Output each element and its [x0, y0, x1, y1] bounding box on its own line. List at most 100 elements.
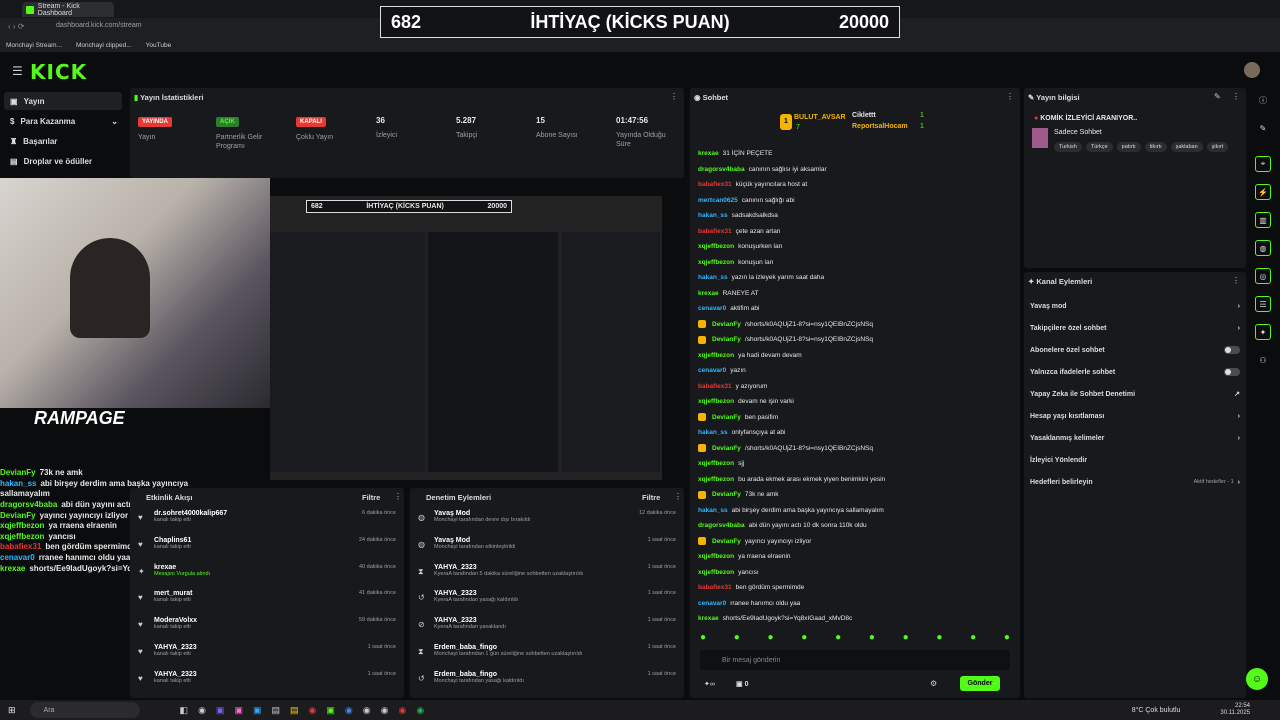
users-icon[interactable]: ⚇ [1255, 352, 1271, 368]
avatar[interactable] [1244, 62, 1260, 78]
list-item: ↺ YAHYA_2323 KyeraA tarafından yasağı kald… [418, 590, 676, 604]
tag-list: Turkish Türkçe patırtı tikırtı şaklaban şikır… [1054, 141, 1244, 152]
chat-username[interactable]: DevianFy [712, 538, 741, 545]
chat-username[interactable]: krexae [698, 290, 719, 297]
action-banned-words[interactable]: Yasaklanmış kelimeler › [1024, 427, 1246, 449]
chat-username[interactable]: xqjeffbezon [698, 243, 734, 250]
action-followers-only[interactable]: Takipçilere özel sohbet › [1024, 317, 1246, 339]
info-icon[interactable]: ⓘ [1255, 92, 1271, 108]
action-goals[interactable]: Hedefleri belirleyin Aktif hedefler - 1 › [1024, 471, 1246, 493]
chat-username[interactable]: babafiex31 [698, 228, 732, 235]
bolt-icon[interactable]: ⚡ [1255, 184, 1271, 200]
chat-username[interactable]: hakan_ss [698, 429, 728, 436]
send-button[interactable]: Gönder [960, 676, 1000, 691]
bookmark-item[interactable]: Monchayi clipped... [76, 42, 132, 49]
windows-start-icon[interactable]: ⊞ [8, 705, 16, 716]
chat-username[interactable]: xqjeffbezon [698, 569, 734, 576]
chat-username[interactable]: xqjeffbezon [698, 352, 734, 359]
sidebar-item-yayin[interactable]: ▣ Yayın [4, 92, 122, 110]
chat-username[interactable]: babafiex31 [698, 383, 732, 390]
sidebar-item-monetization[interactable]: $ Para Kazanma ⌄ [4, 112, 122, 130]
chat-username[interactable]: xqjeffbezon [698, 398, 734, 405]
tag[interactable]: şikırt [1206, 142, 1229, 152]
sidebar-item-achievements[interactable]: ♜ Başarılar [4, 132, 122, 150]
more-icon[interactable]: ⋮ [674, 492, 682, 501]
chat-username[interactable]: babafiex31 [698, 584, 732, 591]
nav-arrows-icon[interactable]: ‹ › ⟳ [8, 22, 24, 31]
chat-username[interactable]: krexae [698, 615, 719, 622]
action-raid[interactable]: İzleyici Yönlendir [1024, 449, 1246, 471]
chat-username[interactable]: DevianFy [712, 336, 741, 343]
more-icon[interactable]: ⋮ [1232, 276, 1240, 285]
clock[interactable]: 22:54 30.11.2025 [1220, 703, 1250, 717]
chat-username[interactable]: babafiex31 [698, 181, 732, 188]
kick-logo[interactable]: KICK [30, 60, 87, 84]
message-icon[interactable]: ◍ [1255, 240, 1271, 256]
tag[interactable]: tikırtı [1144, 142, 1167, 152]
help-icon[interactable]: ☺ [1246, 668, 1268, 690]
category-name[interactable]: Sadece Sohbet [1054, 129, 1102, 136]
chat-input[interactable]: Bir mesaj gönderin [700, 650, 1010, 670]
chat-username[interactable]: DevianFy [712, 445, 741, 452]
menu-icon[interactable]: ☰ [12, 64, 23, 78]
activity-feed-panel: Etkinlik Akışı Filtre ⋮ ♥ dr.sohret4000ka… [130, 488, 404, 698]
webcam-feed: RAMPAGE [0, 178, 270, 428]
chat-username[interactable]: mertcan0625 [698, 197, 738, 204]
tag[interactable]: Turkish [1054, 142, 1082, 152]
settings-icon[interactable]: ⚙ [930, 679, 937, 688]
action-emote-only[interactable]: Yalnızca ifadelerle sohbet [1024, 361, 1246, 383]
chat-username[interactable]: xqjeffbezon [698, 259, 734, 266]
url-field[interactable]: dashboard.kick.com/stream [56, 22, 142, 29]
heart-icon: ♥ [138, 646, 143, 656]
chat-username[interactable]: xqjeffbezon [698, 553, 734, 560]
chat-username[interactable]: DevianFy [712, 414, 741, 421]
bookmark-item[interactable]: YouTube [146, 42, 172, 49]
sidebar-item-drops[interactable]: ▤ Droplar ve ödüller [4, 152, 122, 170]
list-item: ◍ Yavaş Mod Monchayi tarafından etkinleşti… [418, 536, 676, 550]
action-subscribers-only[interactable]: Abonelere özel sohbet [1024, 339, 1246, 361]
tag[interactable]: patırtı [1116, 142, 1141, 152]
list-icon[interactable]: ☰ [1255, 296, 1271, 312]
money-icon: $ [10, 116, 15, 126]
tag[interactable]: Türkçe [1085, 142, 1113, 152]
stream-preview[interactable]: 682 İHTİYAÇ (KİCKS PUAN) 20000 [270, 196, 662, 480]
more-icon[interactable]: ⋮ [1006, 92, 1014, 101]
more-icon[interactable]: ⋮ [670, 92, 678, 101]
chat-username[interactable]: dragorsv4baba [698, 166, 745, 173]
taskbar-search[interactable]: Ara [29, 702, 140, 718]
taskbar-apps[interactable]: ◧ ◉ ▣ ▣ ▣ ▤ ▤ ◉ ▣ ◉ ◉ ◉ ◉ ◉ [180, 705, 425, 716]
browser-tab[interactable]: Stream - Kick Dashboard [22, 2, 114, 17]
bookmark-item[interactable]: Monchayi Stream... [6, 42, 62, 49]
points-icon[interactable]: ✦∞ [704, 680, 715, 688]
chat-username[interactable]: hakan_ss [698, 274, 728, 281]
chat-text: yancısı [738, 568, 759, 576]
chat-username[interactable]: krexae [698, 150, 719, 157]
chat-username[interactable]: xqjeffbezon [698, 476, 734, 483]
action-ai-moderation[interactable]: Yapay Zeka ile Sohbet Denetimi ↗ [1024, 383, 1246, 405]
chat-username[interactable]: DevianFy [712, 321, 741, 328]
weather-widget[interactable]: 8°C Çok bulutlu [1132, 707, 1181, 714]
action-account-age[interactable]: Hesap yaşı kısıtlaması › [1024, 405, 1246, 427]
pencil-icon[interactable]: ✎ [1214, 92, 1221, 101]
chat-username[interactable]: hakan_ss [698, 507, 728, 514]
chat-username[interactable]: cenavar0 [698, 305, 726, 312]
chat-username[interactable]: hakan_ss [698, 212, 728, 219]
chat-username[interactable]: cenavar0 [698, 367, 726, 374]
card-icon[interactable]: ▥ [1255, 212, 1271, 228]
filter-button[interactable]: Filtre [642, 493, 660, 502]
emote-bar[interactable]: ● ● ● ● ● ● ● ● ● ● [700, 632, 1010, 646]
action-slow-mode[interactable]: Yavaş mod › [1024, 295, 1246, 317]
more-icon[interactable]: ⋮ [1232, 92, 1240, 101]
target-icon[interactable]: ⌖ [1255, 156, 1271, 172]
chat-username[interactable]: cenavar0 [698, 600, 726, 607]
chat-message: xqjeffbezon ya hadi devam devam [698, 348, 1012, 364]
chat-username[interactable]: xqjeffbezon [698, 460, 734, 467]
pen-icon[interactable]: ✎ [1255, 120, 1271, 136]
chat-username[interactable]: dragorsv4baba [698, 522, 745, 529]
chat-username[interactable]: DevianFy [712, 491, 741, 498]
radio-icon[interactable]: ◎ [1255, 268, 1271, 284]
wrench-icon[interactable]: ✦ [1255, 324, 1271, 340]
tag[interactable]: şaklaban [1170, 142, 1203, 152]
filter-button[interactable]: Filtre [362, 493, 380, 502]
more-icon[interactable]: ⋮ [394, 492, 402, 501]
